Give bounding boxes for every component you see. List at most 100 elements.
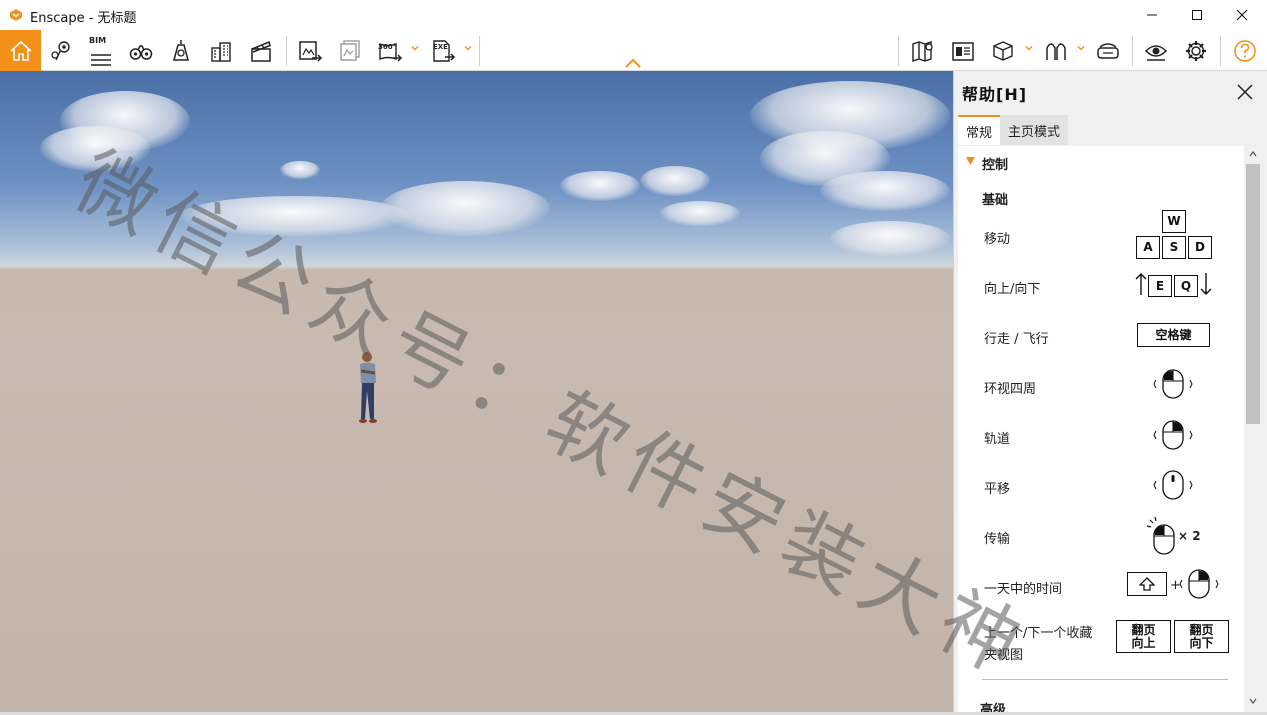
maximize-button[interactable] [1174,0,1220,30]
arrow-up-icon [1135,273,1147,295]
row-label-walkfly: 行走 / 飞行 [984,332,1049,347]
minimize-button[interactable] [1129,0,1175,30]
panorama-button[interactable]: 360° [370,30,410,71]
key-s: S [1162,236,1186,259]
tab-home-mode[interactable]: 主页模式 [1000,115,1069,145]
close-window-button[interactable] [1219,0,1265,30]
cube-view-icon [993,40,1013,61]
vr-headset-button[interactable] [1088,30,1128,71]
binoculars-icon [129,44,153,60]
collapse-toolbar-chevron-icon[interactable] [624,57,642,69]
cloud [380,181,550,236]
panorama-label: 360° [378,43,397,51]
row-label-favorites-line1: 上一个/下一个收藏 [984,626,1093,641]
mouse-middle-drag-icon [1153,470,1193,500]
close-icon [1236,9,1248,21]
exe-export-button[interactable]: EXE [423,30,463,71]
mouse-left-drag-icon [1153,369,1193,399]
title-bar: Enscape - 无标题 [0,0,1267,30]
asset-library-button[interactable] [161,30,201,71]
cloud [820,171,950,211]
tab-general[interactable]: 常规 [958,115,1001,145]
view-mode-button[interactable] [983,30,1023,71]
home-button[interactable] [0,30,41,71]
screenshot-export-icon [299,40,323,62]
cloud [280,161,320,179]
toolbar-separator [1220,36,1221,66]
binoculars-button[interactable] [121,30,161,71]
video-editor-button[interactable] [241,30,281,71]
minimize-icon [1147,14,1157,16]
cloud [660,201,740,226]
chevron-down-icon[interactable] [411,44,419,52]
key-page-down: 翻页 向下 [1174,620,1229,653]
section-divider [982,679,1228,680]
buildings-button[interactable] [201,30,241,71]
vr-headset-icon [1097,42,1119,59]
key-page-up: 翻页 向上 [1116,620,1171,653]
person-figure [359,352,377,423]
cloud [40,126,150,171]
map-button[interactable] [903,30,943,71]
batch-render-button[interactable] [330,30,370,71]
close-icon[interactable] [1236,83,1254,101]
views-button[interactable] [41,30,81,71]
chevron-down-icon[interactable] [1025,44,1033,52]
key-w: W [1162,210,1186,233]
visibility-button[interactable] [1136,30,1176,71]
key-d: D [1188,236,1212,259]
clapperboard-icon [251,40,271,62]
row-label-favorites-line2: 夹视图 [984,648,1024,663]
settings-gear-icon [1186,40,1206,61]
key-page-up-line1: 翻页 [1131,622,1156,637]
shift-arrow-icon [1139,577,1155,591]
minimap-button[interactable] [943,30,983,71]
window-title: Enscape - 无标题 [30,11,137,26]
key-a: A [1136,236,1160,259]
toolbar-separator [1132,36,1133,66]
visibility-eye-icon [1144,44,1168,61]
section-title-controls: 控制 [982,158,1009,173]
exe-label: EXE [433,43,448,51]
chevron-down-icon[interactable] [464,44,472,52]
cloud [640,166,710,196]
toolbar-separator [286,36,287,66]
row-label-updown: 向上/向下 [984,282,1041,297]
cloud [560,171,640,201]
location-pins-icon [51,40,70,60]
help-tabs: 常规 主页模式 [958,115,1069,145]
bim-label: BIM [89,36,107,45]
scroll-down-arrow-icon[interactable] [1249,698,1257,704]
key-e: E [1148,275,1172,297]
arrow-down-icon [1200,273,1212,295]
scrollbar-thumb[interactable] [1246,164,1260,424]
capture-button[interactable] [1036,30,1076,71]
buildings-icon [211,41,231,62]
map-icon [912,40,933,62]
help-button[interactable] [1225,30,1265,71]
mouse-right-drag-icon [1153,420,1193,450]
bim-info-icon [91,53,111,66]
double-click-multiplier: × 2 [1178,529,1201,543]
screenshot-button[interactable] [290,30,330,71]
row-label-teleport: 传输 [984,532,1011,547]
chevron-down-icon[interactable] [1077,44,1085,52]
key-q: Q [1174,275,1198,297]
home-icon [9,40,32,61]
arches-icon [1046,42,1066,60]
key-page-down-line2: 向下 [1189,635,1214,650]
key-page-down-line1: 翻页 [1189,622,1214,637]
row-label-timeofday: 一天中的时间 [984,582,1063,597]
bim-button[interactable]: BIM [81,30,121,71]
enscape-logo-icon [10,9,22,21]
collapse-triangle-icon[interactable] [966,157,975,165]
row-label-pan: 平移 [984,482,1011,497]
help-scrollbar[interactable] [1244,146,1262,712]
key-space: 空格键 [1137,323,1210,347]
render-viewport[interactable] [0,71,953,712]
subsection-title-basic: 基础 [982,193,1009,208]
settings-button[interactable] [1176,30,1216,71]
minimap-icon [952,41,974,61]
scroll-up-arrow-icon[interactable] [1249,151,1257,157]
mouse-double-click-icon [1146,516,1175,555]
